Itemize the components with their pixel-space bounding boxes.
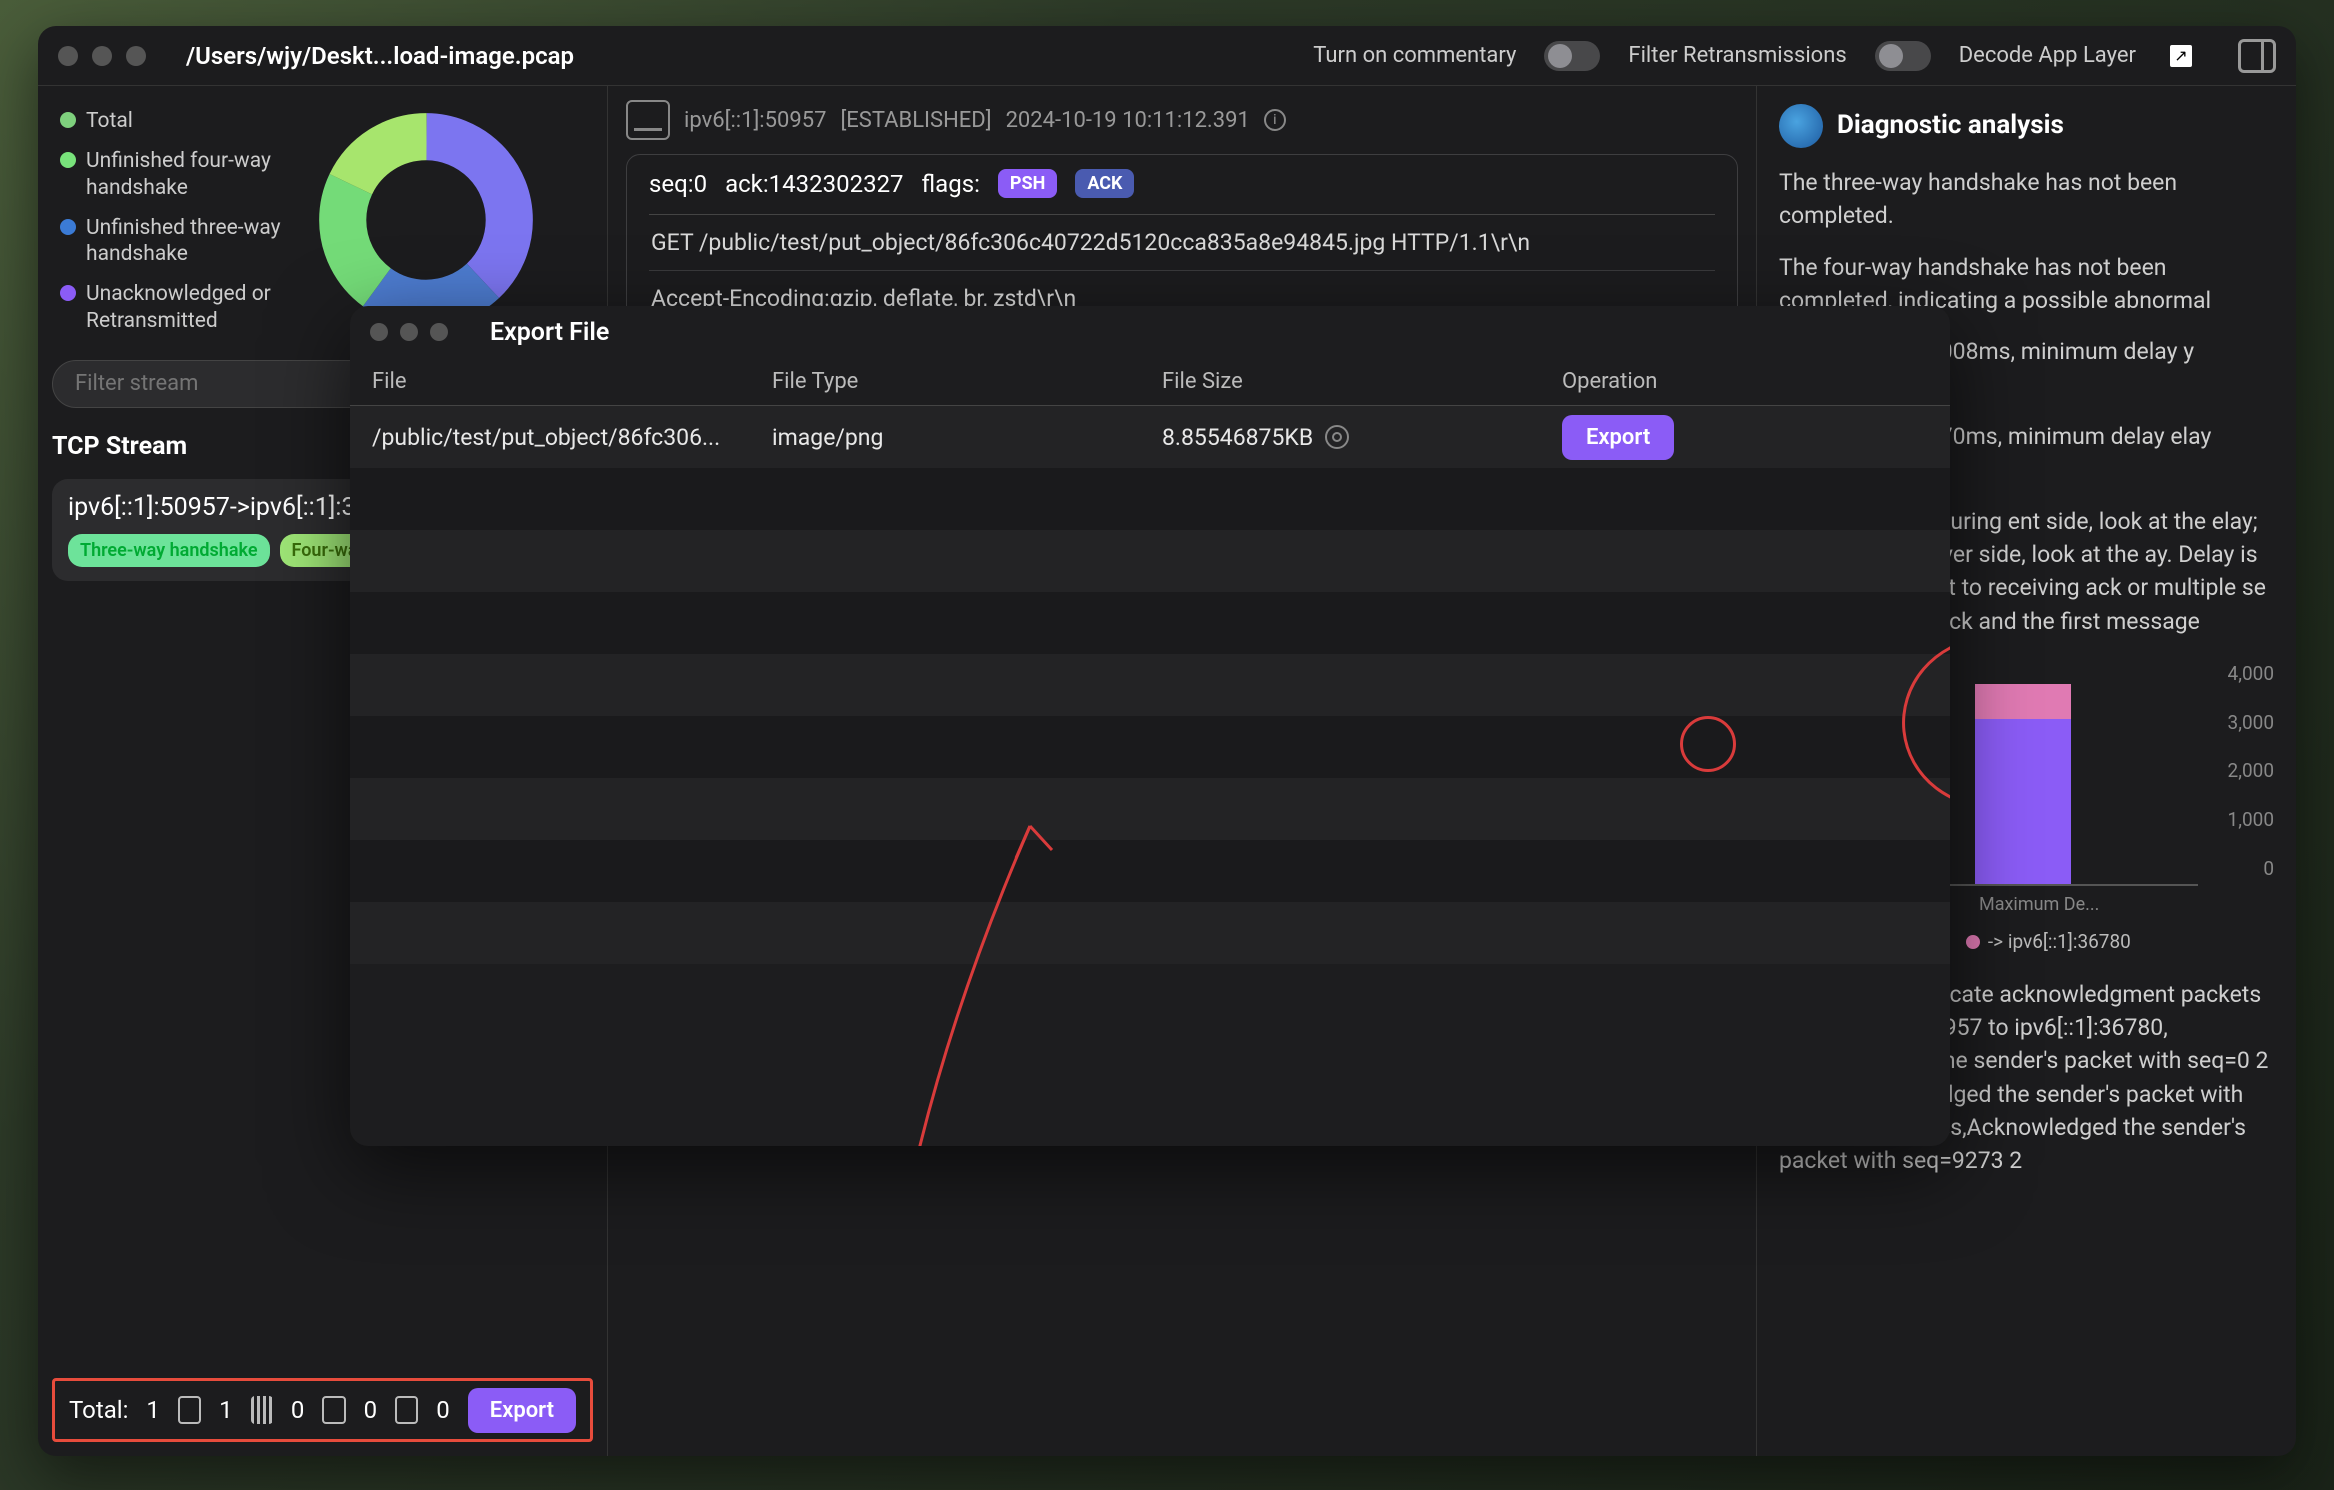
total-label: Total: (69, 1396, 128, 1424)
table-row-empty (350, 530, 1950, 592)
legend-label: Unfinished four-way handshake (86, 148, 286, 201)
chart-legend-label: -> ipv6[::1]:36780 (1988, 928, 2131, 956)
diag-paragraph: The three-way handshake has not been com… (1779, 166, 2274, 233)
table-row-empty (350, 716, 1950, 778)
external-link-icon[interactable]: ↗ (2170, 45, 2192, 67)
table-row-empty (350, 468, 1950, 530)
total-count: 1 (146, 1396, 160, 1424)
cell-operation: Export (1562, 415, 1928, 460)
donut-chart (306, 100, 546, 340)
legend-label: Unfinished three-way handshake (86, 215, 286, 268)
window-title: /Users/wjy/Deskt...load-image.pcap (186, 42, 574, 70)
y-tick: 3,000 (2228, 709, 2274, 737)
media-summary-bar: Total: 1 1 0 0 0 Export (52, 1378, 593, 1442)
legend-item[interactable]: Unfinished three-way handshake (60, 215, 286, 268)
table-row-empty (350, 654, 1950, 716)
flag-ack: ACK (1075, 169, 1134, 198)
packet-seq: seq:0 (649, 170, 707, 198)
image-count: 1 (219, 1396, 233, 1424)
diagnostic-icon (1779, 104, 1823, 148)
bar-segment (1975, 719, 2071, 884)
legend-dot (60, 285, 76, 301)
x-label-1: Maximum De... (1979, 892, 2109, 918)
info-icon[interactable]: i (1264, 109, 1286, 131)
export-row-button[interactable]: Export (1562, 415, 1674, 460)
video-count: 0 (364, 1396, 378, 1424)
session-state: [ESTABLISHED] (840, 108, 991, 133)
bar-stack (1975, 684, 2071, 884)
window-traffic-lights[interactable] (58, 46, 146, 66)
table-row-empty (350, 840, 1950, 902)
filter-retrans-label: Filter Retransmissions (1628, 43, 1846, 68)
flag-psh: PSH (998, 169, 1057, 198)
table-row-empty (350, 902, 1950, 964)
session-icon (626, 100, 670, 140)
bar-segment (1975, 684, 2071, 719)
legend-label: Total (86, 108, 133, 134)
table-row-empty (350, 592, 1950, 654)
col-filesize[interactable]: File Size (1162, 369, 1562, 394)
diagnostic-title: Diagnostic analysis (1837, 107, 2064, 145)
legend-dot (60, 112, 76, 128)
session-endpoint: ipv6[::1]:50957 (684, 108, 826, 133)
legend-item[interactable]: Unfinished four-way handshake (60, 148, 286, 201)
col-file[interactable]: File (372, 369, 772, 394)
cell-file: /public/test/put_object/86fc306... (372, 424, 772, 451)
image-icon (178, 1396, 201, 1424)
cell-filesize: 8.85546875KB (1162, 424, 1562, 451)
chart-legend-item: -> ipv6[::1]:36780 (1966, 928, 2131, 956)
export-bottom-button[interactable]: Export (468, 1388, 576, 1433)
doc-count: 0 (436, 1396, 450, 1424)
legend-item[interactable]: Total (60, 108, 286, 134)
packet-flags-label: flags: (922, 170, 980, 198)
y-tick: 0 (2228, 855, 2274, 883)
export-file-modal: Export File File File Type File Size Ope… (350, 306, 1950, 1146)
col-filetype[interactable]: File Type (772, 369, 1162, 394)
commentary-label: Turn on commentary (1313, 43, 1516, 68)
filter-retrans-toggle[interactable] (1875, 41, 1931, 71)
video-icon (322, 1396, 345, 1424)
legend-dot (60, 152, 76, 168)
doc-icon (395, 1396, 418, 1424)
gear-icon[interactable] (1325, 425, 1349, 449)
y-tick: 1,000 (2228, 806, 2274, 834)
legend-item[interactable]: Unacknowledged or Retransmitted (60, 281, 286, 334)
modal-title: Export File (490, 318, 609, 347)
audio-count: 0 (291, 1396, 305, 1424)
audio-icon (251, 1396, 273, 1424)
col-operation[interactable]: Operation (1562, 369, 1928, 394)
cell-filetype: image/png (772, 424, 1162, 451)
table-row-empty (350, 778, 1950, 840)
legend-dot-icon (1966, 935, 1980, 949)
y-tick: 2,000 (2228, 757, 2274, 785)
panel-toggle-icon[interactable] (2238, 39, 2276, 73)
y-tick: 4,000 (2228, 660, 2274, 688)
badge-three-way: Three-way handshake (68, 534, 270, 567)
packet-ack: ack:1432302327 (725, 170, 903, 198)
decode-app-label: Decode App Layer (1959, 43, 2136, 68)
legend-dot (60, 219, 76, 235)
table-row[interactable]: /public/test/put_object/86fc306...image/… (350, 406, 1950, 468)
session-timestamp: 2024-10-19 10:11:12.391 (1006, 108, 1250, 133)
commentary-toggle[interactable] (1544, 41, 1600, 71)
legend-label: Unacknowledged or Retransmitted (86, 281, 286, 334)
packet-line: GET /public/test/put_object/86fc306c4072… (649, 215, 1715, 271)
modal-traffic-lights[interactable] (370, 323, 448, 341)
